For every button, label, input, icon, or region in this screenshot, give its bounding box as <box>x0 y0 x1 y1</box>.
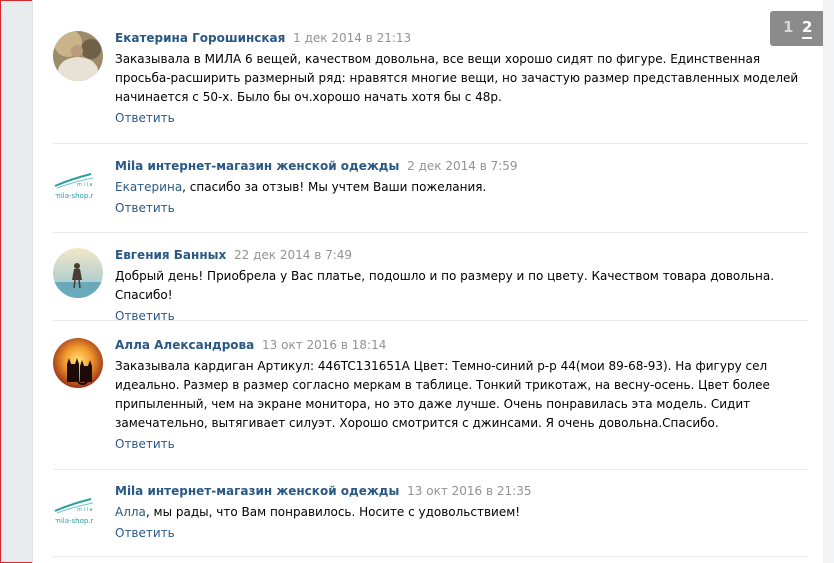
mention-link[interactable]: Екатерина <box>115 180 182 194</box>
avatar[interactable]: m i l a mila-shop.r <box>53 159 103 209</box>
comment-text: Заказывала в МИЛА 6 вещей, качеством дов… <box>115 52 799 104</box>
comment-item: m i l a mila-shop.r Mila интернет-магази… <box>53 484 808 557</box>
comment-author[interactable]: Евгения Банных <box>115 248 226 262</box>
reply-link[interactable]: Ответить <box>115 200 808 217</box>
comment-date[interactable]: 22 дек 2014 в 7:49 <box>234 248 352 262</box>
comment-text: Заказывала кардиган Артикул: 446TC131651… <box>115 359 770 430</box>
comment-text-body: , спасибо за отзыв! Мы учтем Ваши пожела… <box>182 180 487 194</box>
comment-author[interactable]: Алла Александрова <box>115 338 254 352</box>
scrollbar[interactable] <box>823 0 834 563</box>
comment-item: Екатерина Горошинская 1 дек 2014 в 21:13… <box>53 31 808 144</box>
comment-date[interactable]: 1 дек 2014 в 21:13 <box>293 31 411 45</box>
comment-item: m i l a mila-shop.r Mila интернет-магази… <box>53 159 808 233</box>
reply-link[interactable]: Ответить <box>115 308 808 325</box>
comment-author[interactable]: Mila интернет-магазин женской одежды <box>115 159 399 173</box>
comment-date[interactable]: 13 окт 2016 в 21:35 <box>407 484 531 498</box>
mention-link[interactable]: Алла <box>115 505 146 519</box>
page-1-link[interactable]: 1 <box>783 18 793 36</box>
pagination: 1 2 <box>770 11 826 46</box>
logo-site-text: mila-shop.r <box>54 517 94 525</box>
comment-text: Екатерина, спасибо за отзыв! Мы учтем Ва… <box>115 178 808 197</box>
logo-site-text: mila-shop.r <box>54 192 94 200</box>
page-2-current[interactable]: 2 <box>802 18 813 39</box>
comment-text: Алла, мы рады, что Вам понравилось. Носи… <box>115 503 808 522</box>
logo-word: m i l a <box>77 507 92 513</box>
comment-date[interactable]: 2 дек 2014 в 7:59 <box>407 159 517 173</box>
comments-panel: Екатерина Горошинская 1 дек 2014 в 21:13… <box>32 0 824 563</box>
comment-date[interactable]: 13 окт 2016 в 18:14 <box>262 338 386 352</box>
reply-link[interactable]: Ответить <box>115 525 808 542</box>
avatar[interactable]: m i l a mila-shop.r <box>53 484 103 534</box>
avatar[interactable] <box>53 248 103 298</box>
logo-word: m i l a <box>77 182 92 188</box>
comment-author[interactable]: Mila интернет-магазин женской одежды <box>115 484 399 498</box>
comment-author[interactable]: Екатерина Горошинская <box>115 31 285 45</box>
reply-link[interactable]: Ответить <box>115 436 808 453</box>
comment-text-body: , мы рады, что Вам понравилось. Носите с… <box>145 505 521 519</box>
avatar[interactable] <box>53 338 103 388</box>
reply-link[interactable]: Ответить <box>115 110 808 127</box>
comment-text: Добрый день! Приобрела у Вас платье, под… <box>115 269 775 302</box>
avatar[interactable] <box>53 31 103 81</box>
comment-item: Евгения Банных 22 дек 2014 в 7:49 Добрый… <box>53 248 808 323</box>
comment-item: Алла Александрова 13 окт 2016 в 18:14 За… <box>53 338 808 470</box>
